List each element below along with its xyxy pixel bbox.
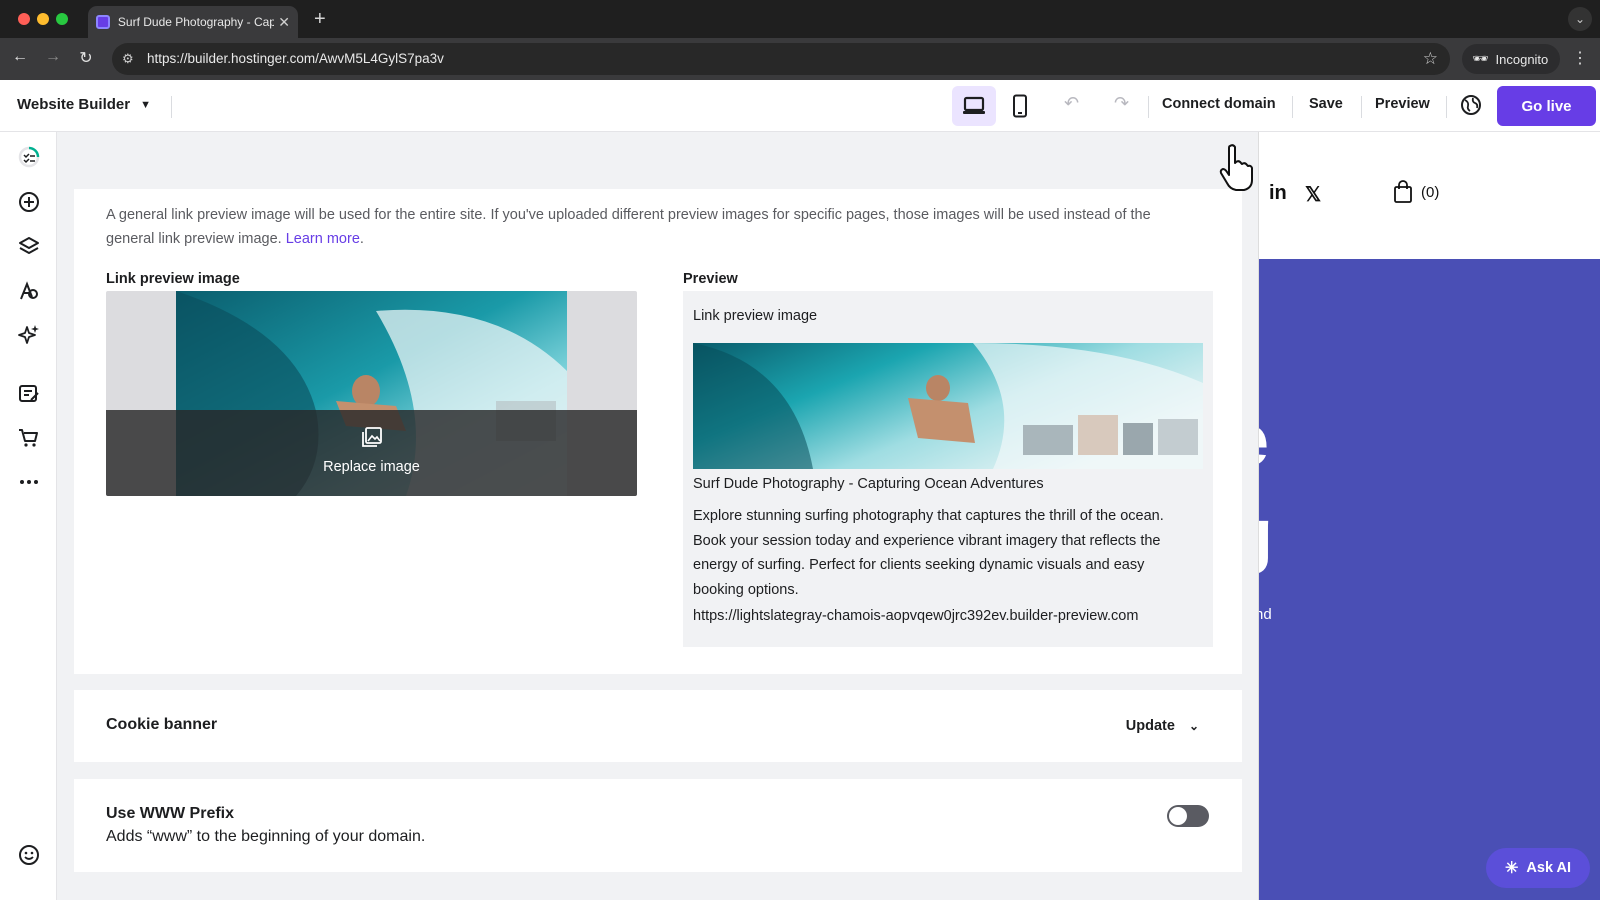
checklist-icon[interactable] <box>17 145 41 169</box>
update-label: Update <box>1125 718 1175 734</box>
connect-domain-button[interactable]: Connect domain <box>1162 96 1276 112</box>
divider <box>1292 96 1293 118</box>
cookie-banner-update-button[interactable]: Update ⌄ <box>1126 718 1199 734</box>
divider <box>1361 96 1362 118</box>
more-icon[interactable] <box>17 470 41 494</box>
minimize-window-button[interactable] <box>37 13 49 25</box>
close-window-button[interactable] <box>18 13 30 25</box>
bookmark-star-icon[interactable]: ☆ <box>1423 49 1438 69</box>
reload-icon[interactable]: ↻ <box>75 48 97 68</box>
www-prefix-card: Use WWW Prefix Adds “www” to the beginni… <box>74 779 1242 872</box>
link-preview-image-upload[interactable]: Replace image <box>106 291 637 496</box>
preview-description: Explore stunning surfing photography tha… <box>693 508 1164 598</box>
sparkle-icon: ✳ <box>1505 860 1519 877</box>
divider <box>171 96 172 118</box>
blog-icon[interactable] <box>17 382 41 406</box>
preview-title: Surf Dude Photography - Capturing Ocean … <box>693 476 1044 492</box>
preview-label: Link preview image <box>693 308 818 324</box>
hero-text-fragment: y and <box>1259 606 1272 623</box>
ai-tools-icon[interactable] <box>17 323 41 347</box>
store-icon[interactable] <box>17 426 41 450</box>
website-builder-menu[interactable]: Website Builder ▼ <box>17 96 151 113</box>
hand-cursor-icon <box>1219 144 1253 191</box>
builder-header: Website Builder ▼ ↶ ↷ Connect domain Sav… <box>0 80 1600 132</box>
desktop-view-button[interactable] <box>952 86 996 126</box>
mobile-icon <box>1013 94 1027 118</box>
link-preview-image-label: Link preview image <box>106 271 240 287</box>
tab-title: Surf Dude Photography - Capturing Ocean … <box>117 15 275 29</box>
hostinger-favicon-icon <box>96 15 110 29</box>
tab-search-icon[interactable]: ⌄ <box>1568 7 1592 31</box>
add-element-icon[interactable] <box>17 190 41 214</box>
link-preview-intro: A general link preview image will be use… <box>106 207 1151 247</box>
back-icon[interactable]: ← <box>9 48 31 66</box>
chevron-down-icon: ⌄ <box>1188 719 1199 733</box>
link-preview-card: A general link preview image will be use… <box>74 189 1242 674</box>
www-prefix-description: Adds “www” to the beginning of your doma… <box>106 828 426 845</box>
learn-more-link[interactable]: Learn more <box>286 231 360 247</box>
browser-tab-bar: Surf Dude Photography - Capturing Ocean … <box>0 0 1600 38</box>
ask-ai-label: Ask AI <box>1526 860 1571 876</box>
redo-icon[interactable]: ↷ <box>1114 93 1129 114</box>
preview-button[interactable]: Preview <box>1375 96 1430 112</box>
close-tab-icon[interactable]: ✕ <box>278 14 290 31</box>
layers-icon[interactable] <box>17 234 41 258</box>
preview-heading: Preview <box>683 271 738 287</box>
mobile-view-button[interactable] <box>998 86 1042 126</box>
cart-button[interactable]: (0) <box>1393 180 1439 204</box>
site-preview: in 𝕏 (0) e g y and <box>1258 132 1600 900</box>
preview-url: https://lightslategray-chamois-aopvqew0j… <box>693 608 1139 624</box>
link-preview-card-preview: Link preview image Surf Dude Photography… <box>683 291 1213 647</box>
maximize-window-button[interactable] <box>56 13 68 25</box>
cart-count: (0) <box>1421 183 1440 201</box>
x-social-icon[interactable]: 𝕏 <box>1305 182 1321 207</box>
hero-headline-fragment: e <box>1259 400 1269 482</box>
preview-surfer-photo <box>693 343 1203 469</box>
incognito-icon: 🕶 <box>1472 51 1489 66</box>
forward-icon[interactable]: → <box>42 48 64 66</box>
undo-icon[interactable]: ↶ <box>1064 93 1079 114</box>
replace-image-overlay[interactable]: Replace image <box>106 410 637 496</box>
chevron-down-icon: ▼ <box>140 98 151 111</box>
url-text[interactable]: https://builder.hostinger.com/AwvM5L4Gyl… <box>147 51 444 66</box>
intro-text: A general link preview image will be use… <box>106 207 1151 247</box>
go-live-button[interactable]: Go live <box>1497 86 1596 126</box>
new-tab-icon[interactable]: + <box>314 8 326 31</box>
styles-icon[interactable] <box>17 279 41 303</box>
incognito-badge[interactable]: 🕶 Incognito <box>1462 44 1561 74</box>
save-button[interactable]: Save <box>1309 96 1343 112</box>
globe-icon[interactable] <box>1460 94 1482 116</box>
browser-toolbar: ← → ↻ ⚙ https://builder.hostinger.com/Aw… <box>0 38 1600 80</box>
site-info-icon[interactable]: ⚙ <box>122 51 134 67</box>
desktop-icon <box>963 96 985 114</box>
settings-canvas: A general link preview image will be use… <box>57 132 1258 900</box>
browser-tab[interactable]: Surf Dude Photography - Capturing Ocean … <box>88 6 298 38</box>
browser-menu-icon[interactable]: ⋮ <box>1572 48 1588 68</box>
toggle-knob <box>1169 807 1187 825</box>
site-header: in 𝕏 (0) <box>1259 132 1600 259</box>
left-sidebar <box>0 132 57 900</box>
address-bar[interactable]: ⚙ https://builder.hostinger.com/AwvM5L4G… <box>112 43 1450 75</box>
brand-label: Website Builder <box>17 96 131 113</box>
ask-ai-button[interactable]: ✳ Ask AI <box>1486 848 1590 888</box>
incognito-label: Incognito <box>1495 51 1549 67</box>
www-prefix-title: Use WWW Prefix <box>106 805 235 822</box>
replace-image-icon <box>362 427 382 447</box>
cookie-banner-title: Cookie banner <box>106 716 218 733</box>
www-prefix-toggle[interactable] <box>1167 805 1209 827</box>
divider <box>1148 96 1149 118</box>
divider <box>1446 96 1447 118</box>
cookie-banner-card: Cookie banner Update ⌄ <box>74 690 1242 762</box>
linkedin-icon[interactable]: in <box>1269 182 1287 205</box>
replace-image-label: Replace image <box>323 459 420 475</box>
hero-headline-fragment: g <box>1259 494 1273 576</box>
shopping-bag-icon <box>1394 180 1412 203</box>
support-icon[interactable] <box>17 843 41 867</box>
